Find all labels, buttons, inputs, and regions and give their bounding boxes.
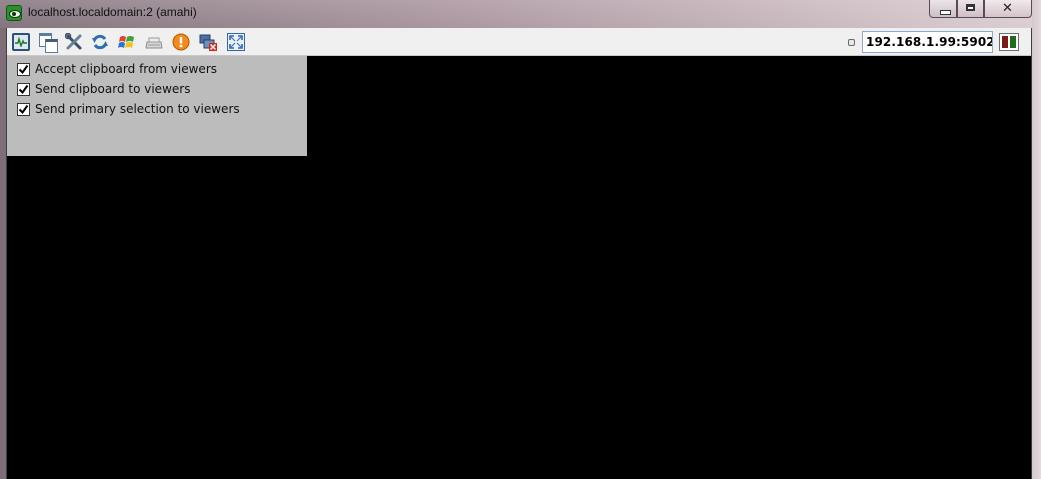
app-eye-icon <box>6 5 22 21</box>
clipboard-option-accept[interactable]: Accept clipboard from viewers <box>17 61 217 77</box>
clipboard-option-label: Send primary selection to viewers <box>35 102 240 116</box>
checkbox-send-primary-selection[interactable] <box>17 102 30 116</box>
keyboard-icon[interactable] <box>145 33 163 51</box>
toolbar: 192.168.1.99:5902 <box>7 28 1031 56</box>
tools-icon[interactable] <box>65 33 83 51</box>
connection-status-icon[interactable] <box>999 33 1019 51</box>
title-bar[interactable]: localhost.localdomain:2 (amahi) ✕ <box>0 0 1041 28</box>
alert-icon[interactable] <box>172 33 190 51</box>
windows-icon[interactable] <box>39 33 58 53</box>
clipboard-option-label: Send clipboard to viewers <box>35 82 191 96</box>
refresh-icon[interactable] <box>91 33 109 51</box>
address-indicator <box>848 39 855 46</box>
clipboard-option-send[interactable]: Send clipboard to viewers <box>17 81 190 97</box>
window-edge <box>1032 0 1041 479</box>
minimize-button[interactable] <box>929 0 957 18</box>
clipboard-options-panel: Accept clipboard from viewers Send clipb… <box>7 56 307 156</box>
clipboard-option-label: Accept clipboard from viewers <box>35 62 218 76</box>
fullscreen-icon[interactable] <box>227 33 245 51</box>
server-address-field[interactable]: 192.168.1.99:5902 <box>862 31 993 53</box>
disconnect-icon[interactable] <box>199 33 217 51</box>
maximize-button[interactable] <box>957 0 984 18</box>
checkbox-accept-clipboard[interactable] <box>17 62 30 76</box>
maximize-icon <box>966 4 975 11</box>
close-icon: ✕ <box>1002 1 1013 16</box>
close-button[interactable]: ✕ <box>984 0 1032 18</box>
clipboard-option-primary[interactable]: Send primary selection to viewers <box>17 101 240 117</box>
remote-desktop-area[interactable] <box>307 56 1031 479</box>
monitor-activity-icon[interactable] <box>12 33 30 51</box>
checkbox-send-clipboard[interactable] <box>17 82 30 96</box>
windows-flag-icon[interactable] <box>118 33 136 51</box>
vnc-window: 192.168.1.99:5902 Accept clipboard from … <box>6 28 1032 479</box>
window-title: localhost.localdomain:2 (amahi) <box>28 5 197 19</box>
remote-desktop-area-lower[interactable] <box>7 156 307 479</box>
minimize-icon <box>940 10 951 15</box>
